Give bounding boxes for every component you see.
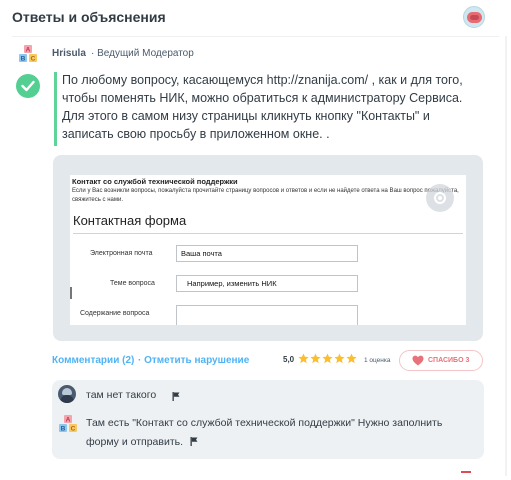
- comments-link[interactable]: Комментарии (2): [52, 355, 134, 366]
- rating-value: 5,0: [283, 355, 295, 364]
- email-field: Ваша почта: [176, 245, 358, 262]
- page-title: Ответы и объяснения: [12, 9, 166, 25]
- svg-text:C: C: [71, 426, 76, 433]
- email-label: Электронная почта: [90, 250, 153, 257]
- heart-icon: [412, 355, 424, 366]
- svg-text:B: B: [21, 56, 26, 63]
- subject-field: Например, изменить НИК: [176, 275, 358, 292]
- best-answer-check-icon: [16, 74, 40, 98]
- answer-paragraph: Для этого в самом низу страницы кликнуть…: [62, 109, 430, 141]
- svg-text:A: A: [26, 47, 31, 54]
- report-flag-icon[interactable]: [172, 392, 180, 401]
- thanks-button[interactable]: СПАСИБО 3: [399, 350, 483, 371]
- answer-accent-bar: [54, 72, 57, 146]
- svg-text:B: B: [61, 426, 66, 433]
- attachment-description: Если у Вас возникли вопросы, пожалуйста …: [72, 188, 459, 203]
- attachment-image: Контакт со службой технической поддержки…: [70, 175, 466, 325]
- answers-header: Ответы и объяснения: [0, 0, 511, 34]
- author-name[interactable]: Hrisula: [52, 48, 86, 59]
- author-rank: · Ведущий Модератор: [91, 48, 194, 59]
- message-field: [176, 305, 358, 325]
- answer-content: По любому вопросу, касающемуся http://zn…: [62, 71, 482, 143]
- answer-meta: Комментарии (2) · Отметить нарушение 5,0…: [52, 350, 486, 372]
- comments-section: там нет такого A B C Там есть "Контакт с…: [52, 380, 484, 459]
- form-divider: [73, 233, 463, 234]
- star-icon[interactable]: [298, 353, 309, 364]
- comment-body: Там есть "Контакт со службой технической…: [86, 417, 443, 448]
- comment-text: Там есть "Контакт со службой технической…: [86, 414, 471, 452]
- svg-text:A: A: [66, 417, 71, 424]
- attachment-title: Контакт со службой технической поддержки: [72, 177, 238, 186]
- message-label: Содержание вопроса: [80, 310, 150, 317]
- user-avatar[interactable]: [463, 6, 485, 28]
- image-edge: [70, 287, 72, 299]
- answer-paragraph: По любому вопросу, касающемуся http://zn…: [62, 73, 463, 105]
- divider: [12, 36, 499, 37]
- attachment-preview[interactable]: Контакт со службой технической поддержки…: [53, 155, 483, 341]
- rating-count: 1 оценка: [364, 357, 391, 364]
- contact-form-title: Контактная форма: [73, 213, 187, 228]
- report-link[interactable]: · Отметить нарушение: [138, 355, 249, 366]
- star-icon[interactable]: [334, 353, 345, 364]
- subject-label: Теме вопроса: [110, 280, 155, 287]
- thanks-label: СПАСИБО 3: [428, 357, 470, 364]
- commenter-avatar[interactable]: [58, 385, 76, 403]
- star-icon[interactable]: [322, 353, 333, 364]
- comment-text: там нет такого: [86, 389, 157, 401]
- star-icon[interactable]: [310, 353, 321, 364]
- svg-text:C: C: [31, 56, 36, 63]
- report-flag-icon[interactable]: [190, 437, 198, 446]
- star-icon[interactable]: [346, 353, 357, 364]
- bottom-accent: [461, 471, 471, 473]
- abc-blocks-icon[interactable]: A B C: [18, 44, 38, 64]
- abc-blocks-icon[interactable]: A B C: [58, 414, 78, 434]
- zoom-icon[interactable]: [426, 184, 454, 212]
- scrollbar[interactable]: [505, 36, 507, 476]
